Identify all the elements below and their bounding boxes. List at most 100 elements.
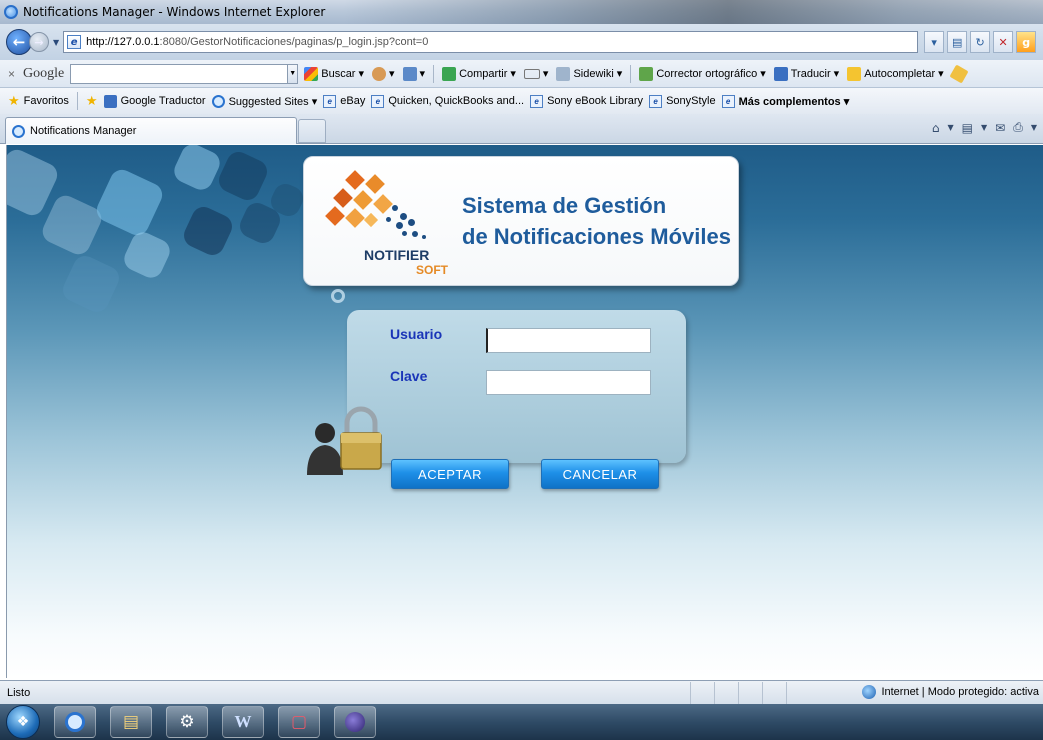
- url-input[interactable]: e http://127.0.0.1:8080/GestorNotificaci…: [63, 31, 919, 53]
- favorites-star-icon: ★: [8, 93, 20, 108]
- taskbar-settings-icon[interactable]: ⚙: [166, 706, 208, 738]
- google-toolbar: × Google ▼ Buscar ▾ ▾ ▾ Compartir ▾ ▾ Side…: [0, 60, 1043, 88]
- user-lock-icon: [307, 406, 382, 475]
- ie-page-icon: e: [371, 94, 385, 108]
- decor-tile: [180, 203, 236, 259]
- toolbar-plus-button[interactable]: ▾: [401, 66, 428, 81]
- buscar-button[interactable]: Buscar ▾: [302, 66, 366, 81]
- accept-button[interactable]: ACEPTAR: [391, 459, 509, 489]
- taskbar-database-icon[interactable]: ▢: [278, 706, 320, 738]
- page-icon: e: [67, 35, 82, 49]
- refresh-button[interactable]: ↻: [970, 31, 991, 53]
- highlight-button[interactable]: [949, 63, 969, 84]
- status-text: Listo: [7, 686, 31, 699]
- decor-tile: [59, 252, 123, 316]
- print-dropdown-icon[interactable]: ▼: [1031, 123, 1037, 132]
- system-title: Sistema de Gestión de Notificaciones Móv…: [462, 193, 731, 249]
- ie-icon: [4, 5, 18, 19]
- ie-icon: [12, 124, 25, 138]
- autocompletar-button[interactable]: Autocompletar ▾: [845, 66, 945, 81]
- home-icon[interactable]: ⌂: [932, 121, 940, 135]
- corrector-button[interactable]: Corrector ortográfico ▾: [637, 66, 767, 81]
- autofill-icon: [847, 66, 862, 81]
- search-provider-icon[interactable]: g: [1016, 31, 1037, 53]
- ie-page-icon: e: [530, 94, 544, 108]
- share-icon: [442, 66, 457, 81]
- highlighter-icon: [949, 63, 969, 84]
- toolbar-extra-button[interactable]: ▾: [370, 66, 397, 81]
- tab-notifications-manager[interactable]: Notifications Manager: [5, 117, 297, 144]
- decor-ring: [331, 289, 345, 303]
- ie-page-icon: e: [721, 94, 735, 108]
- translate-icon: [103, 94, 117, 108]
- sidewiki-button[interactable]: Sidewiki ▾: [554, 66, 624, 81]
- favoritos-button[interactable]: ★ Favoritos: [8, 93, 69, 109]
- fav-link-suggested-sites[interactable]: Suggested Sites ▾: [211, 94, 317, 108]
- add-favorite-icon: ★: [85, 93, 98, 108]
- window-title: Notifications Manager - Windows Internet…: [23, 5, 326, 19]
- new-tab-button[interactable]: [298, 119, 326, 143]
- decor-tile: [120, 228, 174, 282]
- clave-input[interactable]: [486, 370, 651, 395]
- fav-link-sony-ebook[interactable]: e Sony eBook Library: [530, 94, 643, 108]
- print-icon[interactable]: ⎙: [1013, 120, 1023, 135]
- status-bar: Listo Internet | Modo protegido: activa: [0, 680, 1043, 704]
- forward-button[interactable]: →: [29, 32, 49, 52]
- mail-icon[interactable]: ✉: [995, 121, 1005, 135]
- gears-icon: [372, 66, 387, 81]
- google-search-dropdown[interactable]: ▼: [287, 63, 299, 84]
- decor-tile: [92, 165, 167, 240]
- tab-row: Notifications Manager ⌂ ▼ ▤ ▼ ✉ ⎙ ▼: [0, 114, 1043, 144]
- cancel-button[interactable]: CANCELAR: [541, 459, 659, 489]
- clave-label: Clave: [390, 368, 428, 384]
- usuario-label: Usuario: [390, 326, 443, 342]
- page-menu-button[interactable]: ▾: [522, 67, 551, 80]
- page-content: NOTIFIER SOFT Sistema de Gestión de Noti…: [7, 145, 1043, 678]
- decor-tile: [170, 145, 224, 194]
- feeds-icon[interactable]: ▤: [962, 121, 973, 135]
- plus-icon: [402, 66, 417, 81]
- taskbar-explorer-icon[interactable]: ▤: [110, 706, 152, 738]
- google-search-icon: [304, 66, 319, 81]
- security-zone[interactable]: Internet | Modo protegido: activa: [862, 685, 1039, 699]
- home-dropdown-icon[interactable]: ▼: [948, 123, 954, 132]
- taskbar-word-icon[interactable]: W: [222, 706, 264, 738]
- taskbar-eclipse-icon[interactable]: [334, 706, 376, 738]
- fav-link-google-traductor[interactable]: Google Traductor: [103, 94, 206, 108]
- window-titlebar: Notifications Manager - Windows Internet…: [0, 0, 1043, 24]
- fav-link-sonystyle[interactable]: e SonyStyle: [649, 94, 716, 108]
- url-dropdown-button[interactable]: ▾: [924, 31, 945, 53]
- start-button[interactable]: ❖: [6, 705, 40, 739]
- toolbar-close-icon[interactable]: ×: [8, 67, 15, 81]
- feeds-dropdown-icon[interactable]: ▼: [981, 123, 987, 132]
- ie-page-icon: e: [323, 94, 337, 108]
- compatibility-icon[interactable]: ▤: [947, 31, 968, 53]
- history-dropdown-icon[interactable]: ▼: [53, 38, 59, 47]
- favorites-bar: ★ Favoritos ★ Google Traductor Suggested…: [0, 88, 1043, 114]
- url-text: http://127.0.0.1:8080/GestorNotificacion…: [86, 36, 429, 48]
- titlebar-glow: [343, 0, 1043, 24]
- decor-tile: [215, 148, 271, 204]
- brand-soft: SOFT: [416, 263, 448, 277]
- brand-notifier: NOTIFIER: [364, 247, 430, 263]
- page-icon: [523, 68, 540, 79]
- address-bar: ← → ▼ e http://127.0.0.1:8080/GestorNoti…: [0, 24, 1043, 60]
- usuario-input[interactable]: [486, 328, 651, 353]
- content-left-edge: [0, 145, 7, 678]
- add-favorite-button[interactable]: ★: [86, 93, 98, 109]
- stop-button[interactable]: ✕: [993, 31, 1014, 53]
- google-search-input[interactable]: [70, 63, 289, 84]
- command-bar: ⌂ ▼ ▤ ▼ ✉ ⎙ ▼: [932, 120, 1037, 135]
- traducir-button[interactable]: Traducir ▾: [772, 66, 841, 81]
- login-panel: Usuario Clave: [347, 310, 686, 463]
- decor-tile: [38, 191, 106, 259]
- google-logo: Google: [23, 65, 65, 81]
- globe-icon: [862, 685, 877, 699]
- translate-icon: [773, 66, 788, 81]
- spellcheck-icon: [639, 66, 654, 81]
- fav-link-ebay[interactable]: e eBay: [323, 94, 365, 108]
- compartir-button[interactable]: Compartir ▾: [440, 66, 518, 81]
- fav-link-mas-complementos[interactable]: e Más complementos ▾: [721, 94, 849, 108]
- fav-link-quicken[interactable]: e Quicken, QuickBooks and...: [371, 94, 524, 108]
- taskbar-ie-icon[interactable]: [54, 706, 96, 738]
